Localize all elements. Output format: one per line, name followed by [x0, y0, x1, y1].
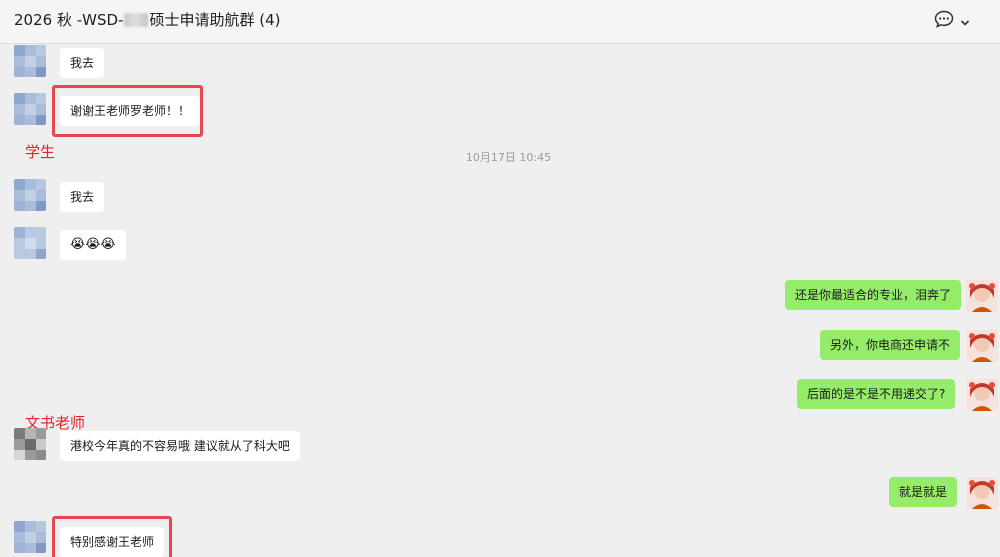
- avatar[interactable]: [14, 428, 46, 460]
- message-bubble[interactable]: 就是就是: [889, 477, 958, 507]
- message-bubble[interactable]: 特别感谢王老师: [60, 527, 165, 557]
- avatar[interactable]: [966, 477, 998, 509]
- chat-header: 2026 秋 -WSD- 硕士申请助航群 (4): [0, 0, 1000, 44]
- message-bubble[interactable]: 谢谢王老师罗老师！！: [60, 96, 201, 126]
- group-title: 2026 秋 -WSD- 硕士申请助航群 (4): [14, 10, 280, 30]
- chevron-down-icon[interactable]: [960, 12, 970, 31]
- message-bubble[interactable]: 还是你最适合的专业，泪奔了: [785, 280, 962, 310]
- avatar[interactable]: [14, 93, 46, 125]
- avatar[interactable]: [966, 330, 998, 362]
- title-prefix: 2026 秋 -WSD-: [14, 11, 124, 29]
- header-actions: [934, 10, 970, 32]
- avatar[interactable]: [14, 227, 46, 259]
- message-bubble[interactable]: 我去: [60, 48, 105, 78]
- redacted-name: [124, 13, 149, 27]
- message-bubble[interactable]: 我去: [60, 182, 105, 212]
- message-bubble[interactable]: 港校今年真的不容易哦 建议就从了科大吧: [60, 431, 300, 461]
- chat-window: 2026 秋 -WSD- 硕士申请助航群 (4) 我去 谢谢王老师罗老师！！ 学…: [0, 0, 1000, 557]
- avatar[interactable]: [14, 521, 46, 553]
- avatar[interactable]: [14, 179, 46, 211]
- message-bubble[interactable]: 后面的是不是不用递交了?: [797, 379, 956, 409]
- message-bubble[interactable]: 另外，你电商还申请不: [820, 330, 961, 360]
- avatar[interactable]: [14, 45, 46, 77]
- message-list[interactable]: 我去 谢谢王老师罗老师！！ 学生 10月17日 10:45 我去 😭😭😭 还是你…: [0, 45, 1000, 557]
- timestamp: 10月17日 10:45: [465, 151, 552, 164]
- title-suffix: 硕士申请助航群 (4): [149, 11, 281, 29]
- chat-bubble-icon[interactable]: [934, 10, 954, 32]
- avatar[interactable]: [966, 379, 998, 411]
- message-bubble[interactable]: 😭😭😭: [60, 230, 126, 260]
- avatar[interactable]: [966, 280, 998, 312]
